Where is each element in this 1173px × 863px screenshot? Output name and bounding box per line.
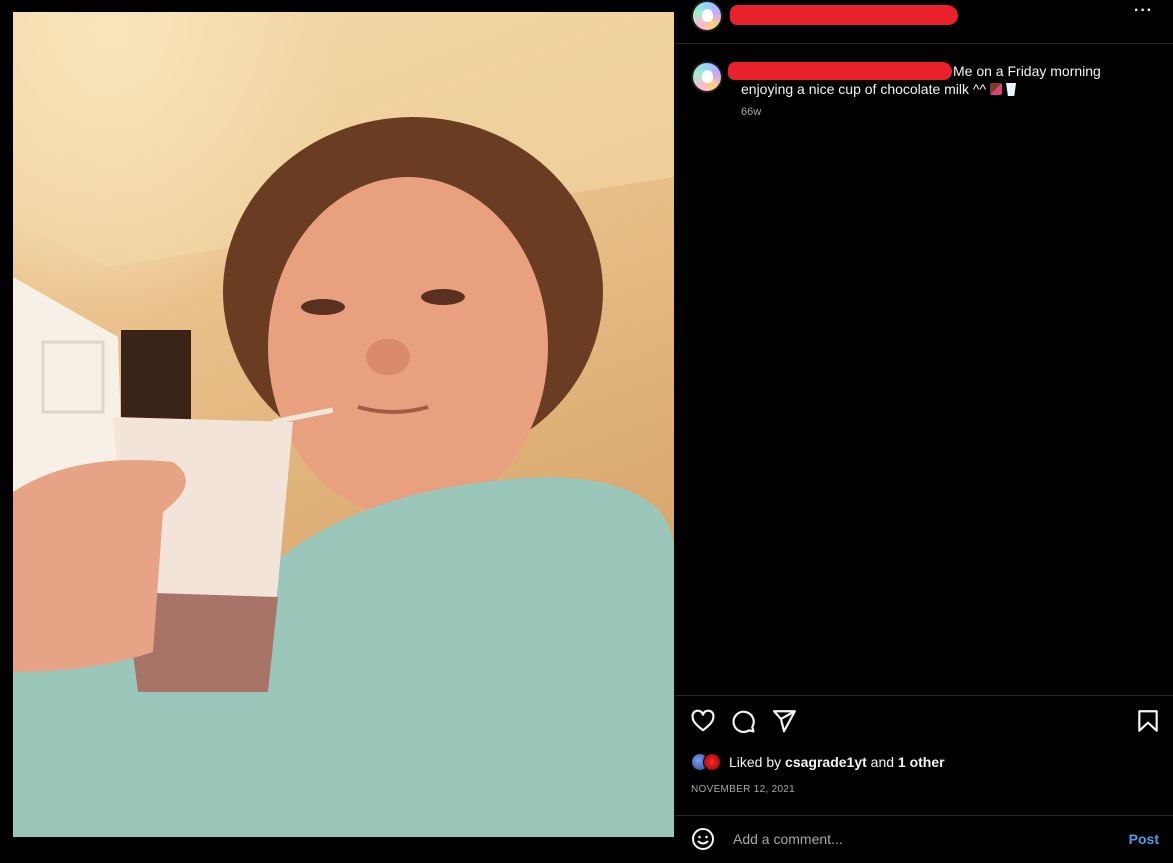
bookmark-icon[interactable] (1135, 708, 1161, 734)
post-date: NOVEMBER 12, 2021 (691, 784, 796, 795)
liker-avatar[interactable] (703, 753, 721, 771)
post-header: ··· (675, 0, 1173, 44)
more-options-icon[interactable]: ··· (1134, 2, 1153, 20)
likes-text: Liked by csagrade1yt and 1 other (729, 754, 945, 770)
likes-prefix: Liked by (729, 754, 782, 770)
liker-username[interactable]: csagrade1yt (785, 754, 867, 770)
emoji-icon[interactable] (691, 827, 715, 851)
caption-author-avatar[interactable] (691, 61, 723, 93)
actions-divider (675, 695, 1173, 696)
post-sidebar: ··· Me on a Friday morning enjoying a ni… (675, 0, 1173, 863)
post-photo[interactable] (13, 12, 674, 837)
comment-icon[interactable] (730, 708, 756, 734)
photo-illustration (13, 12, 674, 837)
caption-text: Me on a Friday morning enjoying a nice c… (741, 63, 1101, 97)
post-comment-button[interactable]: Post (1129, 831, 1159, 847)
share-icon[interactable] (771, 708, 797, 734)
post-actions (675, 708, 1173, 738)
post-time-ago[interactable]: 66w (741, 106, 761, 118)
author-avatar[interactable] (691, 0, 723, 32)
cup-with-straw-emoji (1006, 83, 1017, 96)
likes-others[interactable]: 1 other (898, 754, 945, 770)
likes-and: and (870, 754, 895, 770)
likes-summary: Liked by csagrade1yt and 1 other (691, 752, 945, 772)
chocolate-bar-emoji (990, 83, 1003, 95)
post-caption: Me on a Friday morning enjoying a nice c… (741, 62, 1141, 98)
heart-icon[interactable] (690, 708, 716, 734)
post-viewer: ··· Me on a Friday morning enjoying a ni… (0, 0, 1173, 863)
comment-composer: Post (675, 816, 1173, 863)
comment-input[interactable] (731, 828, 1111, 850)
redacted-username (730, 5, 958, 25)
